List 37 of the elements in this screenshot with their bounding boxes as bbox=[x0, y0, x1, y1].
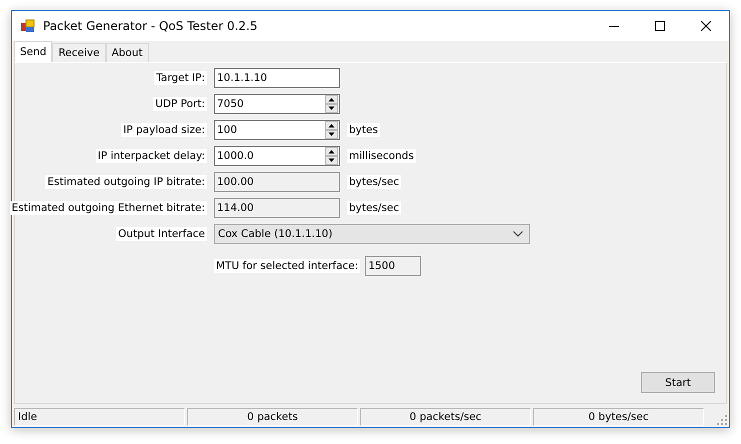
unit-label: bytes/sec bbox=[347, 201, 402, 215]
field-label: Estimated outgoing Ethernet bitrate: bbox=[10, 201, 207, 215]
interface-dropdown[interactable]: Cox Cable (10.1.1.10) bbox=[214, 224, 530, 244]
field-label: Output Interface bbox=[116, 227, 207, 241]
field-label: Target IP: bbox=[154, 71, 207, 85]
unit-label: milliseconds bbox=[347, 149, 416, 163]
spin-arrows-icon[interactable] bbox=[325, 147, 338, 165]
mtu-field: 1500 bbox=[365, 256, 422, 276]
status-bar-cell: 0 packets/sec bbox=[360, 408, 531, 426]
readonly-field: 100.00 bbox=[214, 172, 340, 192]
maximize-icon bbox=[655, 21, 665, 31]
tab[interactable]: Receive bbox=[52, 43, 106, 62]
field-label: Estimated outgoing IP bitrate: bbox=[45, 175, 207, 189]
unit-label: bytes/sec bbox=[347, 175, 402, 189]
field-label: IP payload size: bbox=[121, 123, 207, 137]
app-icon bbox=[20, 18, 36, 34]
close-icon bbox=[701, 21, 711, 31]
chevron-down-icon bbox=[513, 231, 523, 237]
window-title: Packet Generator - QoS Tester 0.2.5 bbox=[43, 19, 258, 33]
spin-field[interactable]: 100 bbox=[214, 120, 340, 140]
spin-field[interactable]: 1000.0 bbox=[214, 146, 340, 166]
resize-grip-icon[interactable] bbox=[717, 414, 727, 424]
tab[interactable]: Send bbox=[14, 41, 52, 62]
status-bar-cell: 0 bytes/sec bbox=[533, 408, 704, 426]
mtu-label: MTU for selected interface: bbox=[214, 259, 360, 273]
tab[interactable]: About bbox=[106, 43, 149, 62]
field-label: UDP Port: bbox=[153, 97, 207, 111]
readonly-field: 114.00 bbox=[214, 198, 340, 218]
unit-label: bytes bbox=[347, 123, 380, 137]
spin-arrows-icon[interactable] bbox=[325, 95, 338, 113]
status-bar-cell: 0 packets bbox=[187, 408, 358, 426]
spin-arrows-icon[interactable] bbox=[325, 121, 338, 139]
spin-field[interactable]: 7050 bbox=[214, 94, 340, 114]
field-label: IP interpacket delay: bbox=[96, 149, 207, 163]
start-button[interactable]: Start bbox=[641, 372, 715, 393]
text-field[interactable]: 10.1.1.10 bbox=[214, 68, 340, 88]
status-bar-cell: Idle bbox=[14, 408, 185, 426]
